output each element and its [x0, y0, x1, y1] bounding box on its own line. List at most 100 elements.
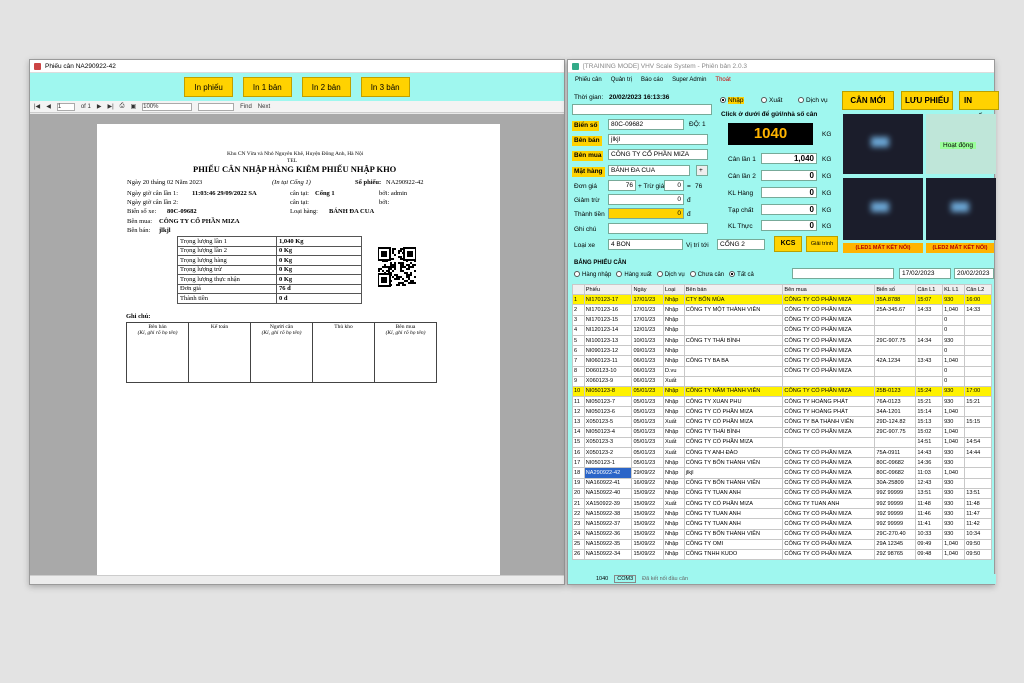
- loaixe-select[interactable]: 4 BON: [608, 239, 683, 250]
- table-row[interactable]: 2 NI170123-16 17/01/23 Nhập CÔNG TY MỘT THÀN…: [572, 304, 992, 316]
- top-input[interactable]: [572, 104, 712, 115]
- in-1-ban-button[interactable]: In 1 bản: [242, 77, 292, 97]
- table-cell[interactable]: 15/09/22: [631, 538, 664, 550]
- table-cell[interactable]: 11:41: [915, 518, 944, 530]
- kcs-button[interactable]: KCS: [774, 236, 802, 252]
- radio-dichvu-dot[interactable]: [798, 97, 804, 103]
- table-cell[interactable]: 15:24: [915, 385, 944, 398]
- find-link[interactable]: Find: [240, 104, 252, 110]
- table-cell[interactable]: 18: [572, 467, 585, 479]
- table-cell[interactable]: CÔNG TY CỔ PHẦN MIZA: [782, 538, 876, 550]
- radio-dichvu[interactable]: Dịch vụ: [798, 97, 828, 104]
- table-cell[interactable]: 12/01/23: [631, 324, 664, 336]
- table-cell[interactable]: 14:36: [915, 457, 944, 469]
- table-cell[interactable]: 10:34: [964, 528, 992, 540]
- grid-header-cell[interactable]: Ngày: [631, 283, 664, 296]
- table-cell[interactable]: 14:33: [915, 304, 944, 316]
- table-cell[interactable]: [782, 375, 876, 387]
- table-cell[interactable]: 29C-907.75: [874, 426, 917, 438]
- table-cell[interactable]: CÔNG TY XUAN PHU: [683, 396, 784, 408]
- ghichu-input[interactable]: [608, 223, 708, 234]
- table-cell[interactable]: [874, 375, 917, 387]
- table-cell[interactable]: CÔNG TY TUAN ANH: [683, 487, 784, 499]
- table-cell[interactable]: CÔNG TY CỔ PHẦN MIZA: [782, 518, 876, 530]
- table-cell[interactable]: CÔNG TY THÁI BÌNH: [683, 426, 784, 438]
- table-cell[interactable]: NI050123-4: [583, 426, 633, 438]
- table-cell[interactable]: Nhập: [662, 467, 685, 479]
- table-cell[interactable]: 15:07: [915, 294, 944, 306]
- table-cell[interactable]: 75A-0911: [874, 446, 917, 459]
- luu-phieu-button[interactable]: LƯU PHIẾU: [901, 91, 953, 110]
- table-cell[interactable]: NI050123-6: [583, 406, 633, 418]
- filter-hang-nhap-radio[interactable]: [574, 271, 580, 277]
- table-cell[interactable]: [915, 345, 944, 357]
- canlan1-value[interactable]: 1,040: [761, 153, 817, 164]
- table-row[interactable]: 11 NI050123-7 05/01/23 Nhập CÔNG TY XUAN PHU…: [572, 396, 992, 408]
- table-cell[interactable]: 09:49: [915, 538, 944, 550]
- table-cell[interactable]: CÔNG TY CỔ PHẦN MIZA: [782, 345, 876, 357]
- table-cell[interactable]: [915, 375, 944, 387]
- table-cell[interactable]: D060123-10: [583, 365, 633, 377]
- table-cell[interactable]: [874, 365, 917, 377]
- table-row[interactable]: 4 NI120123-14 12/01/23 Nhập CÔNG TY CỔ PHẦN …: [572, 324, 992, 336]
- table-cell[interactable]: NA150922-37: [583, 518, 633, 530]
- table-cell[interactable]: Nhập: [662, 345, 685, 357]
- table-cell[interactable]: 0: [942, 324, 966, 336]
- table-cell[interactable]: 14:34: [915, 334, 944, 347]
- table-cell[interactable]: CÔNG TY CỔ PHẦN MIZA: [782, 365, 876, 377]
- table-cell[interactable]: 14:54: [964, 436, 992, 449]
- table-cell[interactable]: 20: [572, 487, 585, 499]
- table-cell[interactable]: 15:21: [915, 396, 944, 408]
- mathang-add-button[interactable]: +: [696, 165, 708, 176]
- table-cell[interactable]: 06/01/23: [631, 365, 664, 377]
- table-cell[interactable]: 1,040: [942, 467, 966, 479]
- table-cell[interactable]: Nhập: [662, 324, 685, 336]
- table-cell[interactable]: 42A.1234: [874, 355, 917, 367]
- giamtru-input[interactable]: 0: [608, 194, 684, 205]
- filter-chua-can-radio[interactable]: [689, 271, 696, 277]
- table-cell[interactable]: NA290922-42: [583, 467, 633, 479]
- date-to-picker[interactable]: 20/02/2023: [954, 268, 994, 279]
- table-cell[interactable]: 24: [572, 528, 585, 540]
- table-row[interactable]: 25 NA150922-35 15/09/22 Nhập CÔNG TY OMI CÔNG…: [572, 538, 992, 550]
- table-cell[interactable]: 11:48: [964, 497, 992, 510]
- table-cell[interactable]: Nhập: [662, 426, 685, 438]
- table-cell[interactable]: Nhập: [662, 396, 685, 408]
- table-cell[interactable]: CÔNG TY CỔ PHẦN MIZA: [782, 446, 876, 459]
- table-cell[interactable]: 15:14: [915, 406, 944, 418]
- table-cell[interactable]: 15/09/22: [631, 497, 664, 510]
- filter-tat-ca-radio[interactable]: [729, 271, 736, 277]
- table-cell[interactable]: 930: [942, 457, 966, 469]
- table-cell[interactable]: 05/01/23: [631, 446, 664, 459]
- table-cell[interactable]: CÔNG TY OMI: [683, 538, 784, 550]
- table-cell[interactable]: Nhập: [662, 294, 685, 306]
- table-cell[interactable]: 05/01/23: [631, 416, 664, 428]
- table-cell[interactable]: Nhập: [662, 406, 685, 418]
- table-cell[interactable]: 80C-09682: [874, 457, 917, 469]
- table-cell[interactable]: CÔNG TY CỔ PHẦN MIZA: [782, 304, 876, 316]
- menu-bao-cao[interactable]: Báo cáo: [641, 77, 663, 83]
- table-row[interactable]: 9 X060123-9 06/01/23 Xuất 0: [572, 375, 992, 387]
- weight-display[interactable]: 1040: [728, 123, 813, 145]
- table-cell[interactable]: 29D-124.82: [874, 416, 917, 428]
- table-cell[interactable]: CÔNG TY CỔ PHẦN MIZA: [782, 355, 876, 367]
- menu-quan-tri[interactable]: Quản trị: [611, 77, 632, 83]
- table-cell[interactable]: [964, 375, 992, 387]
- table-cell[interactable]: 17/01/23: [631, 294, 664, 306]
- table-cell[interactable]: 16/09/22: [631, 477, 664, 489]
- filter-dich-vu-radio[interactable]: [656, 271, 663, 277]
- table-cell[interactable]: 34A-1201: [874, 406, 917, 418]
- menu-phieu-can[interactable]: Phiếu cân: [575, 77, 602, 83]
- table-cell[interactable]: 12:43: [915, 477, 944, 489]
- table-cell[interactable]: 13:43: [915, 355, 944, 367]
- table-cell[interactable]: 05/01/23: [631, 385, 664, 398]
- next-link[interactable]: Next: [258, 104, 270, 110]
- table-cell[interactable]: 15/09/22: [631, 548, 664, 561]
- table-cell[interactable]: NI120123-14: [583, 324, 633, 336]
- table-cell[interactable]: 930: [942, 294, 966, 306]
- table-cell[interactable]: [964, 467, 992, 479]
- table-cell[interactable]: 930: [942, 385, 966, 398]
- table-cell[interactable]: 11: [572, 396, 585, 408]
- horizontal-scrollbar[interactable]: [30, 575, 564, 584]
- table-cell[interactable]: 29A 12345: [874, 538, 917, 550]
